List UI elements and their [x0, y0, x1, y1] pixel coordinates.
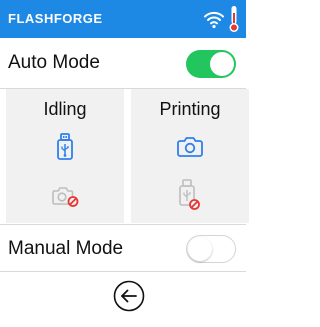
divider — [0, 271, 246, 272]
idling-panel: Idling — [6, 89, 124, 223]
manual-mode-label: Manual Mode — [8, 238, 124, 259]
toggle-knob — [188, 236, 212, 261]
top-bar: FLASHFORGE — [0, 0, 246, 38]
auto-mode-label: Auto Mode — [8, 52, 100, 73]
idling-title: Idling — [43, 99, 87, 119]
thermometer-icon — [229, 6, 239, 32]
wifi-icon — [204, 11, 224, 29]
brand-logo: FLASHFORGE — [8, 11, 103, 26]
manual-mode-toggle[interactable] — [186, 235, 236, 263]
screen: FLASHFORGE Auto Mode Idling Printing Man… — [0, 0, 249, 327]
camera-icon[interactable] — [177, 136, 203, 158]
usb-icon[interactable] — [56, 133, 74, 161]
usb-disabled-icon — [179, 179, 200, 210]
printing-panel: Printing — [131, 89, 249, 223]
manual-mode-row: Manual Mode — [0, 225, 246, 271]
toggle-knob — [210, 52, 234, 76]
auto-mode-toggle[interactable] — [186, 50, 236, 78]
camera-disabled-icon — [52, 187, 79, 207]
auto-mode-row: Auto Mode — [0, 38, 246, 88]
back-arrow-icon[interactable] — [112, 279, 146, 313]
printing-title: Printing — [159, 99, 221, 119]
